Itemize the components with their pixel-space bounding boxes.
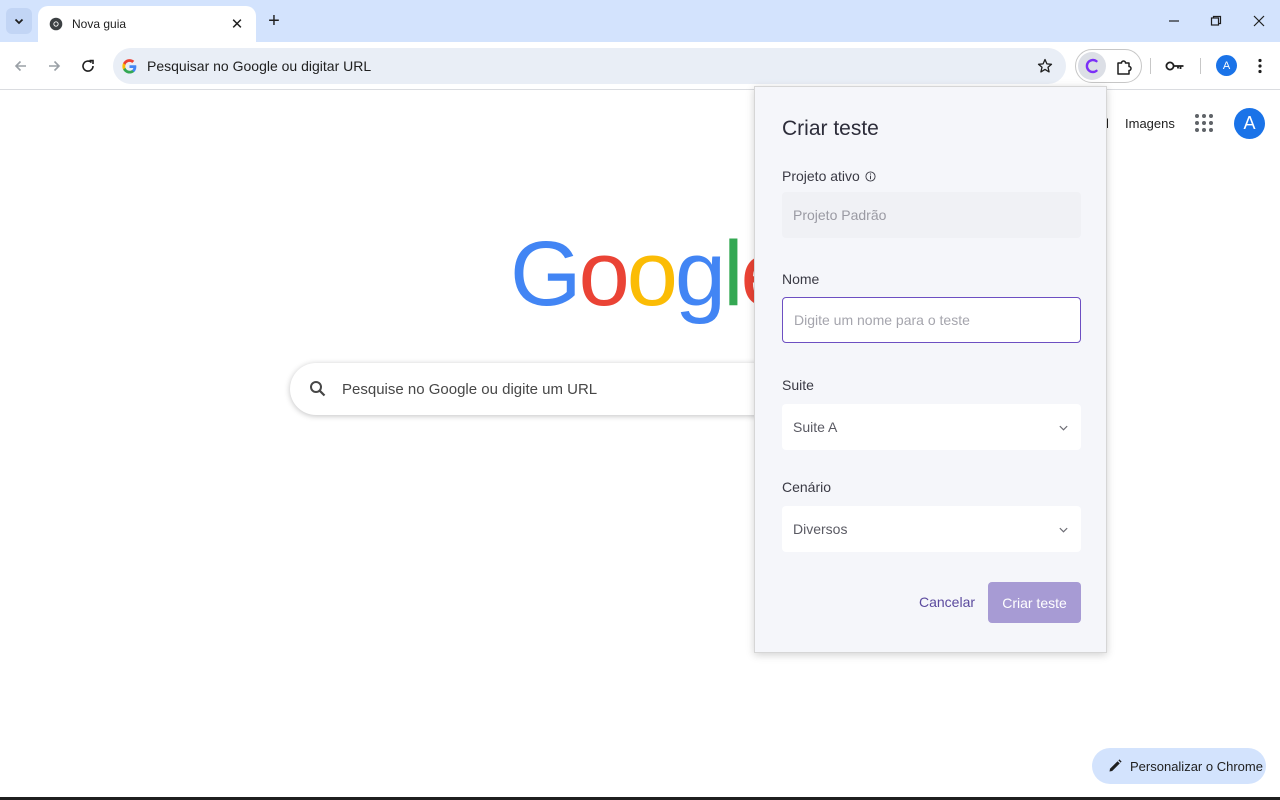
extensions-group — [1075, 49, 1142, 83]
address-bar[interactable]: Pesquisar no Google ou digitar URL — [113, 48, 1066, 84]
google-g-icon — [121, 58, 137, 74]
scenario-selected-value: Diversos — [793, 521, 848, 537]
minimize-icon — [1169, 20, 1179, 22]
test-name-placeholder: Digite um nome para o teste — [794, 312, 970, 328]
google-account-avatar[interactable]: A — [1234, 108, 1265, 139]
google-apps-button[interactable] — [1192, 111, 1216, 135]
kebab-menu-icon — [1258, 58, 1262, 74]
active-project-label: Projeto ativo — [782, 168, 876, 184]
info-icon[interactable] — [865, 170, 876, 182]
active-project-value: Projeto Padrão — [793, 207, 887, 223]
active-project-label-text: Projeto ativo — [782, 168, 860, 184]
toolbar-divider — [1200, 58, 1201, 74]
new-tab-button[interactable]: + — [263, 10, 285, 32]
passwords-button[interactable] — [1163, 54, 1187, 78]
chevron-down-icon — [1056, 522, 1070, 536]
google-logo-letter: g — [674, 223, 726, 325]
create-test-popup: Criar teste Projeto ativo Projeto Padrão… — [754, 86, 1107, 653]
create-test-button[interactable]: Criar teste — [988, 582, 1081, 623]
google-logo-letter: l — [723, 223, 744, 325]
active-project-field: Projeto Padrão — [782, 192, 1081, 238]
google-logo: Google — [510, 219, 770, 329]
scenario-select[interactable]: Diversos — [782, 506, 1081, 552]
tab-search-button[interactable] — [6, 8, 32, 34]
reload-button[interactable] — [75, 53, 101, 79]
back-arrow-icon — [14, 60, 26, 72]
suite-select[interactable]: Suite A — [782, 404, 1081, 450]
test-extension-button[interactable] — [1078, 52, 1106, 80]
customize-chrome-label: Personalizar o Chrome — [1130, 758, 1263, 774]
puzzle-icon — [1117, 60, 1132, 75]
test-name-input[interactable]: Digite um nome para o teste — [782, 297, 1081, 343]
google-logo-letter: o — [626, 223, 678, 325]
scenario-label: Cenário — [782, 479, 832, 495]
address-bar-text: Pesquisar no Google ou digitar URL — [147, 58, 372, 74]
chrome-menu-button[interactable] — [1250, 54, 1270, 78]
reload-icon — [82, 59, 94, 72]
google-logo-letter: G — [510, 223, 582, 325]
apps-grid-icon — [1195, 114, 1199, 118]
popup-title: Criar teste — [782, 117, 879, 140]
google-logo-letter: o — [578, 223, 630, 325]
key-icon — [1165, 61, 1184, 71]
tab-strip: Nova guia ✕ + — [0, 0, 1280, 42]
search-placeholder: Pesquise no Google ou digite um URL — [342, 380, 598, 398]
tab-title: Nova guia — [72, 17, 127, 31]
customize-chrome-button[interactable]: Personalizar o Chrome — [1092, 748, 1266, 784]
browser-toolbar: Pesquisar no Google ou digitar URL A — [0, 42, 1280, 90]
tab-nova-guia[interactable]: Nova guia ✕ — [38, 6, 256, 42]
name-label: Nome — [782, 271, 820, 287]
forward-arrow-icon — [49, 60, 61, 72]
tab-close-button[interactable]: ✕ — [228, 15, 246, 33]
chevron-down-icon — [14, 18, 24, 25]
minimize-button[interactable] — [1159, 6, 1189, 36]
cancel-button[interactable]: Cancelar — [913, 592, 981, 612]
close-icon — [1253, 15, 1265, 27]
chrome-icon — [48, 16, 64, 32]
search-icon — [308, 379, 328, 399]
suite-selected-value: Suite A — [793, 419, 838, 435]
restore-button[interactable] — [1201, 6, 1231, 36]
toolbar-divider — [1150, 58, 1151, 74]
back-button[interactable] — [8, 53, 34, 79]
profile-avatar-button[interactable]: A — [1216, 55, 1237, 76]
restore-icon — [1210, 15, 1222, 26]
close-window-button[interactable] — [1244, 6, 1274, 36]
chevron-down-icon — [1056, 420, 1070, 434]
forward-button[interactable] — [41, 53, 67, 79]
star-icon — [1037, 58, 1053, 73]
images-link[interactable]: Imagens — [1125, 116, 1175, 131]
suite-label: Suite — [782, 377, 814, 393]
bookmark-star-button[interactable] — [1036, 57, 1054, 75]
extensions-button[interactable] — [1112, 55, 1136, 79]
pencil-icon — [1108, 759, 1122, 773]
crescent-logo-icon — [1085, 58, 1098, 74]
